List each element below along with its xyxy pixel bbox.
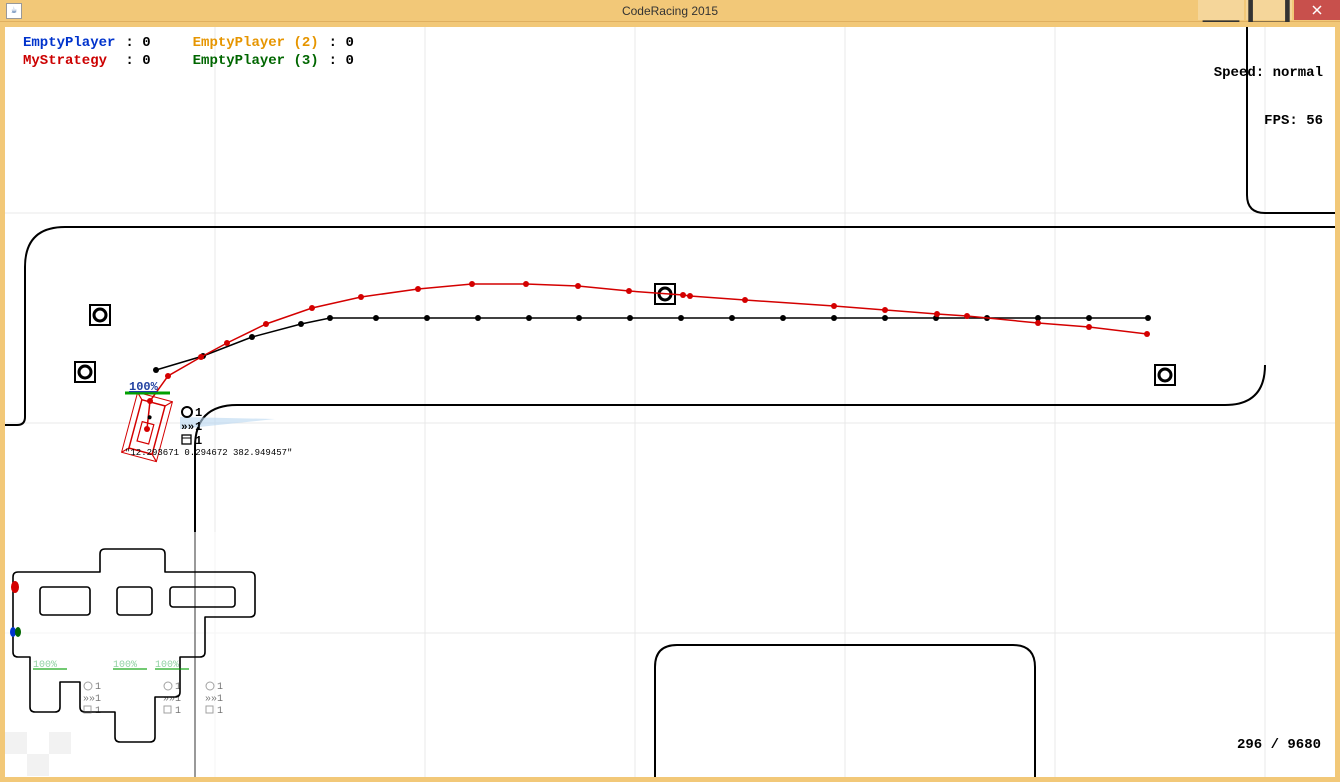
game-frame: 100% 1 »» 1 1 "12.293671 0.294672 382.94… [0,22,1340,782]
black-path [153,315,1151,373]
maximize-button[interactable] [1246,0,1292,20]
svg-text:1: 1 [175,706,181,717]
svg-text:»»: »» [205,694,217,705]
player2-name: MyStrategy [23,53,107,69]
svg-text:1: 1 [217,694,223,705]
java-icon: ☕ [6,3,22,19]
minimap[interactable]: 100% 1 »»1 1 100% 1 »»1 1 100% 1 »»1 [5,532,280,777]
svg-text:100%: 100% [155,660,179,671]
player1-score: 0 [142,35,150,51]
svg-text:»»: »» [83,694,95,705]
svg-text:1: 1 [175,682,181,693]
window-controls [1196,0,1340,22]
minimize-button[interactable] [1198,0,1244,20]
player3-score: 0 [345,35,353,51]
car-health-label: 100% [129,380,159,394]
svg-text:1: 1 [217,682,223,693]
speed-label: Speed: [1214,65,1264,81]
speed-value: normal [1273,65,1323,81]
svg-text:100%: 100% [33,660,57,671]
car-tire-count: 1 [195,406,202,420]
player3-name: EmptyPlayer (2) [193,35,319,51]
svg-text:100%: 100% [113,660,137,671]
hud: EmptyPlayer : 0 EmptyPlayer (2) : 0 MySt… [17,33,1323,161]
svg-text:1: 1 [175,694,181,705]
fps-label: FPS: [1264,113,1298,129]
tick-current: 296 [1237,737,1262,753]
window-titlebar: ☕ CodeRacing 2015 [0,0,1340,22]
svg-text:1: 1 [95,694,101,705]
player4-score: 0 [345,53,353,69]
hud-scoreboard: EmptyPlayer : 0 EmptyPlayer (2) : 0 MySt… [17,33,360,161]
fps-value: 56 [1306,113,1323,129]
svg-text:»»: »» [163,694,175,705]
minimap-marker-green [15,627,21,637]
car-oil-count: 1 [195,434,202,448]
car-nitro-count: 1 [195,420,202,434]
player1-name: EmptyPlayer [23,35,115,51]
car-debug-text: "12.293671 0.294672 382.949457" [125,448,292,458]
player4-name: EmptyPlayer (3) [193,53,319,69]
hud-status: Speed: normal FPS: 56 [1214,33,1323,161]
red-path [144,281,1150,432]
window-title: CodeRacing 2015 [0,4,1340,18]
svg-text:1: 1 [217,706,223,717]
player2-score: 0 [142,53,150,69]
tick-counter: 296 / 9680 [1203,721,1321,769]
minimap-marker-red [11,581,19,593]
bonus-tiles [75,284,1175,385]
svg-text:1: 1 [95,706,101,717]
svg-text:1: 1 [95,682,101,693]
tick-total: 9680 [1287,737,1321,753]
close-button[interactable] [1294,0,1340,20]
svg-text:»»: »» [181,422,194,434]
minimap-car-huds: 100% 1 »»1 1 100% 1 »»1 1 100% 1 »»1 [33,660,223,717]
